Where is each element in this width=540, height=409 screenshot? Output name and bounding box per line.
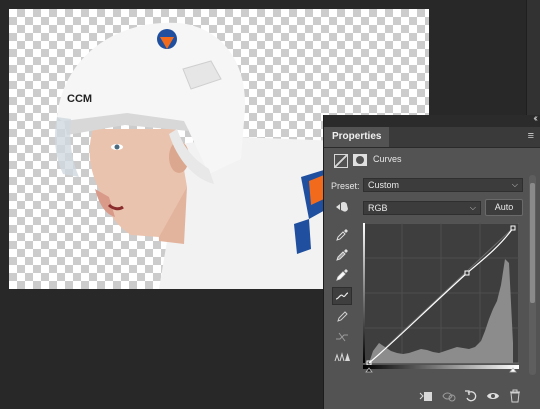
visibility-eye-icon[interactable] <box>486 389 500 403</box>
smooth-icon[interactable] <box>332 328 352 346</box>
channel-value: RGB <box>368 203 388 213</box>
mask-icon[interactable] <box>353 154 367 166</box>
properties-panel: ‹‹ Properties ≡ Curves Preset: Custom ⌵ … <box>323 113 540 409</box>
panel-top-bar: ‹‹ <box>324 113 540 127</box>
trash-icon[interactable] <box>508 389 522 403</box>
black-point-eyedropper-icon[interactable] <box>332 226 352 244</box>
panel-scrollbar[interactable] <box>529 175 536 375</box>
auto-button[interactable]: Auto <box>485 199 523 216</box>
chevron-down-icon: ⌵ <box>469 203 476 212</box>
collapse-panel-icon[interactable]: ‹‹ <box>533 113 537 124</box>
curve-point <box>464 270 470 276</box>
adjustment-title: Curves <box>373 154 402 164</box>
clip-to-layer-icon[interactable] <box>419 389 433 403</box>
reset-icon[interactable] <box>464 389 478 403</box>
svg-text:CCM: CCM <box>67 93 92 105</box>
curves-graph[interactable] <box>363 223 519 373</box>
panel-bottom-bar <box>324 383 540 409</box>
on-image-adjust-icon[interactable] <box>334 200 350 214</box>
chevron-down-icon: ⌵ <box>511 180 518 189</box>
curves-adjustment-icon[interactable] <box>334 154 348 168</box>
clipping-warning-icon[interactable] <box>332 348 352 366</box>
white-point-eyedropper-icon[interactable] <box>332 266 352 284</box>
preset-dropdown[interactable]: Custom ⌵ <box>363 178 523 192</box>
tab-properties[interactable]: Properties <box>324 127 390 147</box>
gray-point-eyedropper-icon[interactable] <box>332 246 352 264</box>
canvas-scrollbar[interactable] <box>526 0 540 118</box>
pencil-icon[interactable] <box>332 308 352 326</box>
previous-state-icon[interactable] <box>442 389 456 403</box>
panel-header: Properties ≡ <box>324 127 540 148</box>
panel-menu-icon[interactable]: ≡ <box>528 130 534 142</box>
curve-edit-icon[interactable] <box>332 287 352 305</box>
preset-label: Preset: <box>331 181 360 191</box>
curve-point <box>510 225 516 231</box>
preset-value: Custom <box>368 180 400 190</box>
adjustment-header: Curves <box>324 148 540 172</box>
channel-dropdown[interactable]: RGB ⌵ <box>363 201 481 215</box>
